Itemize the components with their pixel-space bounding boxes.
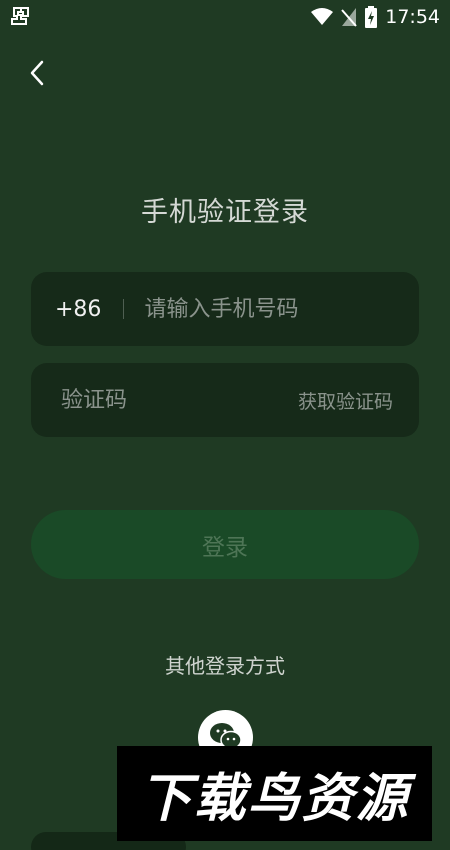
code-field: 获取验证码 bbox=[31, 363, 419, 437]
watermark: 下载鸟资源 bbox=[117, 746, 432, 841]
field-divider bbox=[123, 299, 125, 319]
bug-icon bbox=[10, 5, 32, 32]
no-signal-icon bbox=[341, 7, 357, 27]
phone-field: +86 bbox=[31, 272, 419, 346]
status-icons: 17:54 bbox=[311, 5, 440, 29]
status-time: 17:54 bbox=[385, 6, 440, 28]
login-button[interactable]: 登录 bbox=[31, 510, 419, 579]
page-title: 手机验证登录 bbox=[141, 197, 309, 228]
country-code-selector[interactable]: +86 bbox=[55, 297, 101, 322]
get-code-button[interactable]: 获取验证码 bbox=[298, 387, 393, 414]
battery-charging-icon bbox=[365, 6, 378, 28]
status-bar: 17:54 bbox=[0, 0, 450, 34]
back-button[interactable] bbox=[20, 58, 54, 92]
watermark-text: 下载鸟资源 bbox=[139, 769, 410, 829]
chevron-left-icon bbox=[27, 59, 47, 91]
phone-input[interactable] bbox=[144, 296, 375, 322]
wifi-icon bbox=[311, 8, 334, 26]
other-login-methods-label: 其他登录方式 bbox=[165, 654, 285, 678]
verification-code-input[interactable] bbox=[61, 387, 241, 413]
